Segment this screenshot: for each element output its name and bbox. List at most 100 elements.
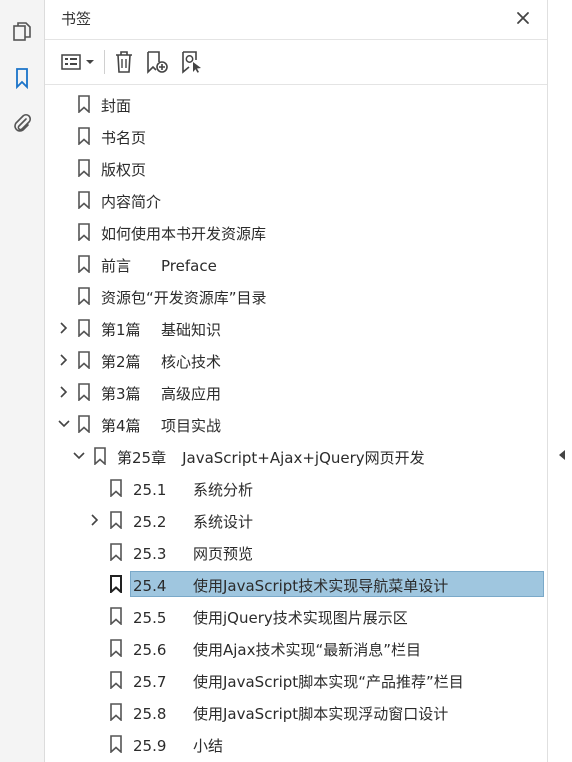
bookmark-from-structure-icon[interactable]	[179, 48, 205, 76]
bookmark-text: 高级应用	[161, 385, 222, 403]
right-pane-strip	[547, 0, 572, 762]
chevron-right-icon[interactable]	[88, 512, 102, 528]
bookmark-icon	[77, 255, 91, 274]
bookmark-text: 核心技术	[161, 353, 222, 371]
bookmark-text: 基础知识	[161, 321, 222, 339]
bookmark-number: 25.2	[133, 513, 167, 531]
bookmark-item[interactable]: 25.2 系统设计	[45, 506, 547, 534]
bookmark-icon	[77, 127, 91, 146]
bookmark-icon	[77, 95, 91, 114]
bookmark-label: 如何使用本书开发资源库	[101, 225, 267, 243]
bookmark-icon	[109, 575, 123, 595]
bookmark-text: 使用Ajax技术实现“最新消息”栏目	[193, 641, 422, 659]
bookmark-item[interactable]: 25.9 小结	[45, 730, 547, 758]
bookmark-icon	[77, 415, 91, 434]
bookmark-item[interactable]: 前言 Preface	[45, 250, 547, 278]
bookmark-number: 25.8	[133, 705, 167, 723]
panel-title: 书签	[61, 10, 92, 28]
bookmark-text: 项目实战	[161, 417, 222, 435]
new-bookmark-icon[interactable]	[144, 48, 170, 76]
bookmark-icon	[109, 703, 123, 722]
bookmark-number: 第4篇	[101, 417, 141, 435]
bookmark-number: 25.6	[133, 641, 167, 659]
bookmark-item[interactable]: 第4篇 项目实战	[45, 410, 547, 438]
bookmark-text: 使用JavaScript脚本实现“产品推荐”栏目	[193, 673, 464, 691]
bookmark-number: 第3篇	[101, 385, 141, 403]
bookmark-label: 封面	[101, 97, 132, 115]
bookmark-label: 25.8 使用JavaScript脚本实现浮动窗口设计	[133, 703, 448, 724]
bookmark-icon[interactable]	[10, 66, 34, 90]
bookmark-icon	[77, 159, 91, 178]
bookmark-item[interactable]: 25.1 系统分析	[45, 474, 547, 502]
bookmark-item[interactable]: 第3篇 高级应用	[45, 378, 547, 406]
bookmark-item[interactable]: 版权页	[45, 154, 547, 182]
panel-header: 书签	[45, 0, 547, 38]
bookmark-label: 25.9 小结	[133, 735, 223, 756]
bookmarks-panel: 书签 封面 书名页 版权页 内容简介 如何使用本书开发资源库 前言 Prefac…	[45, 0, 547, 762]
bookmark-item[interactable]: 25.3 网页预览	[45, 538, 547, 566]
bookmark-text: 使用jQuery技术实现图片展示区	[193, 609, 408, 627]
pages-icon[interactable]	[10, 20, 34, 44]
bookmark-item[interactable]: 25.8 使用JavaScript脚本实现浮动窗口设计	[45, 698, 547, 726]
bookmark-number: 25.7	[133, 673, 167, 691]
bookmark-label: 版权页	[101, 161, 147, 179]
chevron-right-icon[interactable]	[57, 320, 71, 336]
bookmark-label: 前言 Preface	[101, 255, 217, 276]
options-menu-icon	[61, 54, 94, 70]
bookmark-item[interactable]: 如何使用本书开发资源库	[45, 218, 547, 246]
bookmark-label: 第4篇 项目实战	[101, 415, 221, 436]
bookmark-item[interactable]: 25.7 使用JavaScript脚本实现“产品推荐”栏目	[45, 666, 547, 694]
options-menu-button[interactable]	[59, 48, 99, 76]
bookmark-icon	[109, 543, 123, 562]
bookmark-number: 25.1	[133, 481, 167, 499]
bookmark-number: 25.5	[133, 609, 167, 627]
bookmark-label: 内容简介	[101, 193, 162, 211]
bookmark-item[interactable]: 25.4 使用JavaScript技术实现导航菜单设计	[45, 570, 547, 598]
bookmark-item[interactable]: 内容简介	[45, 186, 547, 214]
bookmark-number: 25.9	[133, 737, 167, 755]
bookmark-text: 使用JavaScript技术实现导航菜单设计	[193, 577, 449, 595]
bookmark-label: 第25章 JavaScript+Ajax+jQuery网页开发	[117, 447, 425, 468]
bookmark-text: JavaScript+Ajax+jQuery网页开发	[182, 449, 425, 467]
bookmark-icon	[77, 383, 91, 402]
collapse-arrow-icon[interactable]	[557, 449, 567, 461]
bookmark-icon	[77, 351, 91, 370]
bookmark-item[interactable]: 封面	[45, 90, 547, 118]
bookmark-label: 25.4 使用JavaScript技术实现导航菜单设计	[133, 575, 448, 596]
bookmark-item[interactable]: 第1篇 基础知识	[45, 314, 547, 342]
attachment-icon[interactable]	[10, 112, 34, 136]
bookmark-icon	[77, 287, 91, 306]
bookmark-label: 第3篇 高级应用	[101, 383, 221, 404]
bookmark-number: 第2篇	[101, 353, 141, 371]
bookmark-icon	[109, 735, 123, 754]
bookmark-item[interactable]: 资源包“开发资源库”目录	[45, 282, 547, 310]
bookmarks-toolbar	[45, 39, 547, 85]
bookmark-icon	[109, 479, 123, 498]
bookmark-icon	[109, 607, 123, 626]
bookmark-item[interactable]: 25.5 使用jQuery技术实现图片展示区	[45, 602, 547, 630]
bookmark-item[interactable]: 第2篇 核心技术	[45, 346, 547, 374]
bookmark-number: 25.3	[133, 545, 167, 563]
delete-bookmark-icon[interactable]	[111, 48, 137, 76]
bookmark-icon	[109, 671, 123, 690]
chevron-right-icon[interactable]	[57, 352, 71, 368]
bookmark-label: 25.1 系统分析	[133, 479, 253, 500]
bookmark-label: 资源包“开发资源库”目录	[101, 289, 267, 307]
toolbar-divider	[104, 50, 105, 74]
chevron-down-icon[interactable]	[72, 448, 86, 464]
chevron-right-icon[interactable]	[57, 384, 71, 400]
bookmark-label: 第2篇 核心技术	[101, 351, 221, 372]
bookmark-icon	[77, 191, 91, 210]
bookmark-item[interactable]: 书名页	[45, 122, 547, 150]
bookmark-label: 25.6 使用Ajax技术实现“最新消息”栏目	[133, 639, 421, 660]
bookmark-icon	[109, 511, 123, 530]
chevron-down-icon[interactable]	[57, 416, 71, 432]
bookmark-number: 第25章	[117, 449, 167, 467]
bookmark-item[interactable]: 25.6 使用Ajax技术实现“最新消息”栏目	[45, 634, 547, 662]
close-icon[interactable]	[511, 6, 535, 30]
bookmark-number: 25.4	[133, 577, 167, 595]
bookmark-item[interactable]: 第25章 JavaScript+Ajax+jQuery网页开发	[45, 442, 547, 470]
bookmark-label: 25.7 使用JavaScript脚本实现“产品推荐”栏目	[133, 671, 464, 692]
bookmark-text: 使用JavaScript脚本实现浮动窗口设计	[193, 705, 449, 723]
bookmark-number: 第1篇	[101, 321, 141, 339]
